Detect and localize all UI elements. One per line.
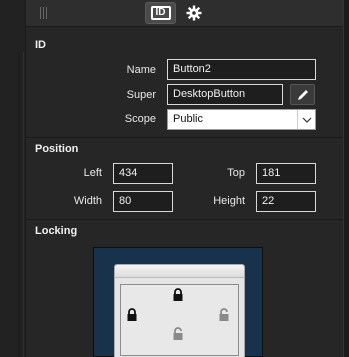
tab-settings[interactable] <box>178 2 209 24</box>
super-label: Super <box>126 89 156 101</box>
preview-window-titlebar <box>115 265 244 278</box>
left-label: Left <box>83 167 102 179</box>
section-divider <box>26 219 343 220</box>
preview-control <box>120 284 239 356</box>
section-title-locking: Locking <box>35 225 78 237</box>
lock-left-locked-icon[interactable] <box>126 308 138 322</box>
id-card-icon: ID <box>150 6 171 20</box>
section-title-position: Position <box>35 143 79 155</box>
top-label: Top <box>227 167 245 179</box>
scope-value: Public <box>173 113 203 125</box>
name-field[interactable]: Button2 <box>167 59 316 80</box>
width-field[interactable]: 80 <box>113 191 173 212</box>
name-label: Name <box>126 64 156 76</box>
gutter-line <box>18 52 20 357</box>
lock-right-unlocked-icon[interactable] <box>218 308 230 322</box>
gear-icon <box>186 5 201 21</box>
lock-bottom-unlocked-icon[interactable] <box>172 327 184 341</box>
scope-select[interactable]: Public <box>167 109 316 130</box>
super-field[interactable]: DesktopButton <box>167 84 283 105</box>
left-field[interactable]: 434 <box>113 163 173 184</box>
right-edge-scrollbar[interactable] <box>343 0 349 357</box>
edit-super-button[interactable] <box>290 84 315 105</box>
preview-window <box>114 264 245 357</box>
tab-id[interactable]: ID <box>145 2 176 24</box>
height-field[interactable]: 22 <box>256 191 316 212</box>
gutter-line <box>23 52 24 357</box>
pencil-icon <box>297 89 308 100</box>
grip-handle-icon[interactable] <box>40 7 48 19</box>
locking-preview <box>93 247 263 357</box>
section-divider <box>26 137 343 138</box>
top-field[interactable]: 181 <box>256 163 316 184</box>
inspector-toolbar: ID <box>26 0 343 27</box>
lock-top-locked-icon[interactable] <box>172 288 184 302</box>
scope-label: Scope <box>124 113 156 125</box>
section-title-id: ID <box>35 39 46 51</box>
height-label: Height <box>213 195 245 207</box>
width-label: Width <box>73 195 102 207</box>
chevron-down-icon <box>297 110 315 129</box>
